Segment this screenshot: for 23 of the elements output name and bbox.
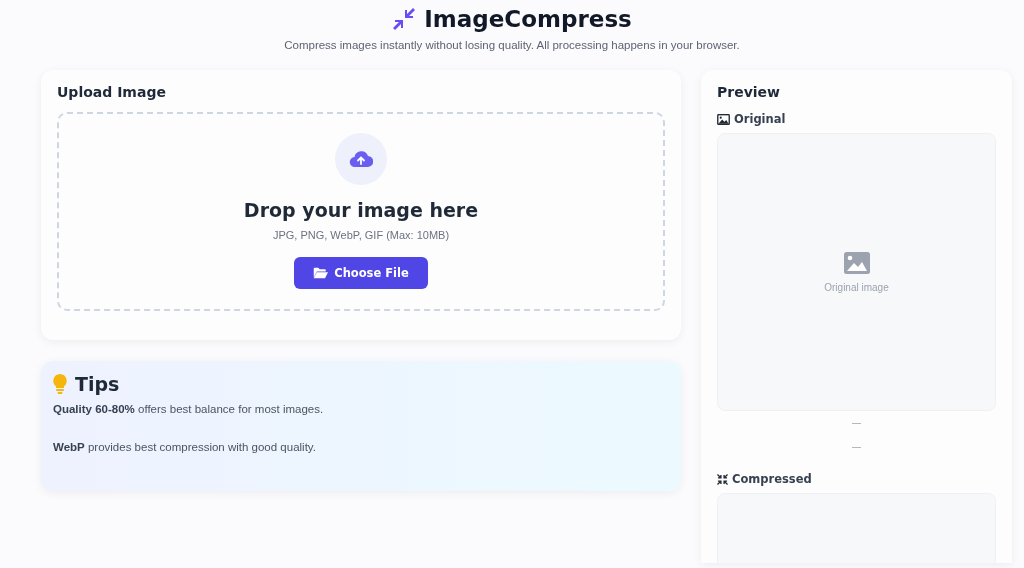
drop-title: Drop your image here: [243, 199, 479, 221]
compress-arrows-icon: [392, 7, 417, 31]
image-placeholder-text: Original image: [824, 281, 889, 293]
compress-icon: [717, 473, 728, 485]
card-title: Preview: [717, 84, 781, 100]
app-subtitle: Compress images instantly without losing quality. All processing happens in your browser.: [283, 39, 741, 51]
stat-value: —: [851, 417, 862, 428]
cloud-upload-icon: [335, 133, 387, 185]
image-icon: [717, 113, 730, 125]
image-placeholder-icon: [843, 251, 870, 274]
stat-value: —: [851, 441, 862, 452]
lightbulb-icon: [53, 374, 67, 394]
format-hint: JPG, PNG, WebP, GIF (Max: 10MB): [272, 229, 450, 241]
folder-icon: [313, 267, 329, 279]
choose-file-button[interactable]: Choose File: [294, 257, 428, 289]
compressed-label: Compressed: [732, 472, 812, 486]
app-title: ImageCompress: [424, 6, 632, 32]
tip-text: WebP provides best compression with good quality.: [53, 441, 317, 453]
tips-title: Tips: [75, 373, 120, 395]
tip-text: Quality 60-80% offers best balance for most images.: [53, 403, 325, 415]
card-title: Upload Image: [57, 84, 167, 100]
original-label: Original: [734, 112, 786, 126]
drop-zone[interactable]: Drop your image here JPG, PNG, WebP, GIF (Max: 10MB) Choose File: [57, 112, 665, 311]
